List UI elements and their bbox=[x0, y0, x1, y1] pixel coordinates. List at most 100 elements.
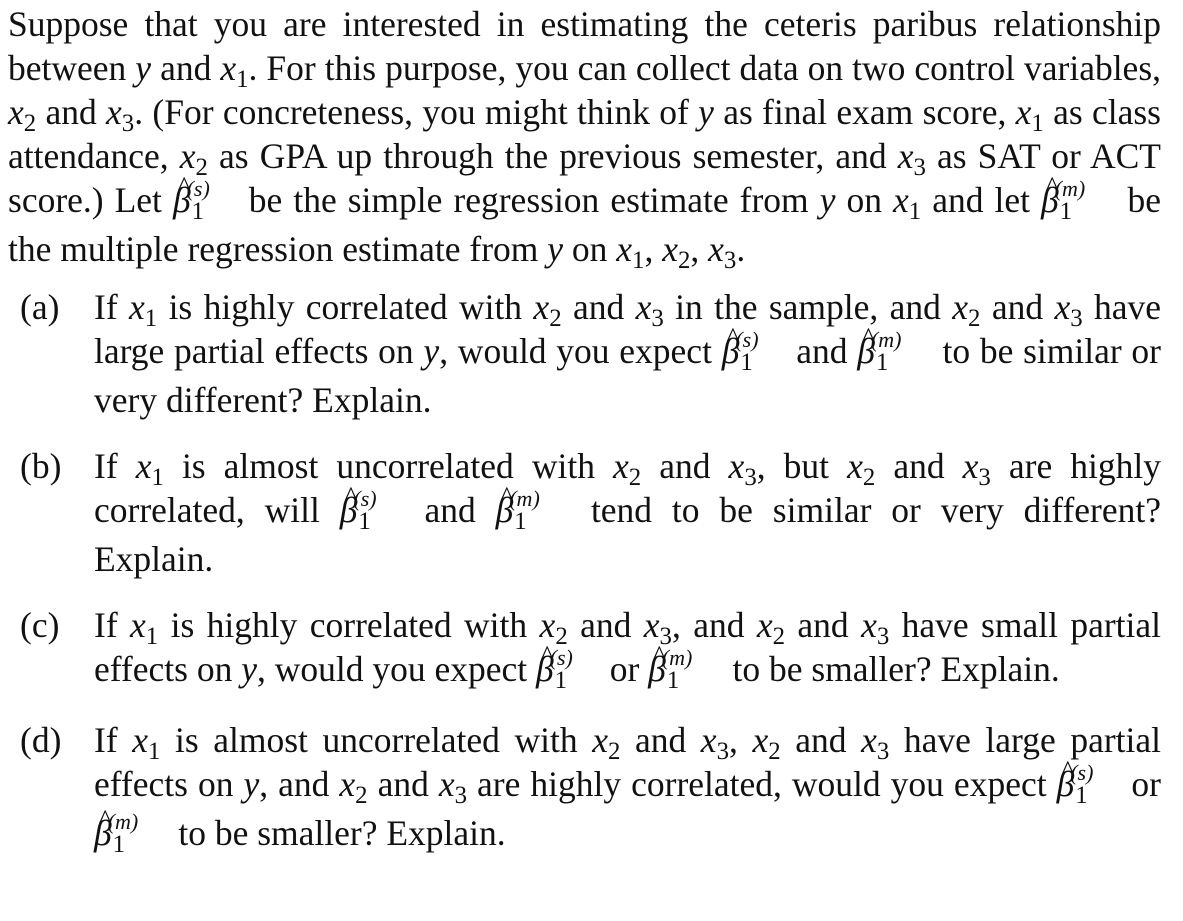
superscript: (s) bbox=[186, 175, 210, 201]
subscript: 2 bbox=[968, 304, 981, 332]
subscript: 1 bbox=[144, 304, 158, 332]
math-var-x3: x3 bbox=[635, 287, 664, 332]
superscript: (s) bbox=[1070, 759, 1094, 785]
subscript: 3 bbox=[876, 737, 890, 765]
question-item: (b) If x1 is almost uncorrelated with x2 … bbox=[8, 444, 1161, 581]
math-var-x2: x2 bbox=[662, 229, 691, 274]
subscript: 2 bbox=[23, 109, 37, 137]
math-var-x3: x3 bbox=[106, 92, 135, 137]
question-label: (d) bbox=[20, 720, 62, 760]
superscript: (m) bbox=[509, 485, 540, 511]
question-list: (a) If x1 is highly correlated with x2 an… bbox=[8, 285, 1161, 860]
subscript: 1 bbox=[148, 737, 161, 765]
question-text: If x1 is almost uncorrelated with x2 and… bbox=[94, 720, 1161, 860]
superscript: (m) bbox=[661, 644, 693, 670]
question-item: (a) If x1 is highly correlated with x2 an… bbox=[8, 285, 1161, 422]
subscript: 1 bbox=[632, 246, 645, 274]
math-var-x1: x1 bbox=[616, 229, 645, 274]
math-var-x1: x1 bbox=[1015, 92, 1044, 137]
math-var-x1: x1 bbox=[220, 48, 249, 93]
subscript: 1 bbox=[1031, 109, 1044, 137]
subscript: 1 bbox=[151, 463, 164, 491]
subscript: 2 bbox=[677, 246, 691, 274]
document-page: Suppose that you are interested in estim… bbox=[0, 0, 1183, 860]
subscript: 3 bbox=[1070, 304, 1083, 332]
math-var-x3: x3 bbox=[897, 136, 926, 181]
math-var-y: y bbox=[423, 331, 440, 371]
math-var-x3: x3 bbox=[861, 720, 890, 765]
math-var-x1: x1 bbox=[893, 180, 922, 225]
math-var-x2: x2 bbox=[339, 764, 368, 809]
beta-hat-1-s: ^ β1 (s) bbox=[340, 482, 398, 537]
question-text: If x1 is almost uncorrelated with x2 and… bbox=[94, 446, 1161, 579]
superscript: (m) bbox=[1054, 175, 1086, 201]
beta-hat-1-s: ^ β1 (s) bbox=[1057, 756, 1115, 811]
math-var-x3: x3 bbox=[700, 720, 729, 765]
subscript: 1 bbox=[908, 197, 922, 225]
math-var-x2: x2 bbox=[533, 287, 562, 332]
beta-hat-1-s: ^ β1 (s) bbox=[173, 172, 231, 227]
superscript: (s) bbox=[735, 326, 759, 352]
math-var-x3: x3 bbox=[438, 764, 468, 809]
subscript: 2 bbox=[862, 463, 876, 491]
math-var-x1: x1 bbox=[132, 720, 161, 765]
subscript: 2 bbox=[768, 737, 781, 765]
subscript: 3 bbox=[651, 304, 664, 332]
question-label: (c) bbox=[20, 605, 60, 645]
math-var-y: y bbox=[243, 764, 260, 804]
superscript: (s) bbox=[353, 485, 377, 511]
subscript: 2 bbox=[628, 463, 642, 491]
subscript: 1 bbox=[236, 65, 249, 93]
subscript: 2 bbox=[607, 737, 621, 765]
question-item: (d) If x1 is almost uncorrelated with x2 … bbox=[8, 718, 1161, 860]
beta-hat-1-m: ^ β1 (m) bbox=[496, 482, 564, 537]
subscript: 3 bbox=[121, 109, 135, 137]
math-var-x3: x3 bbox=[861, 605, 890, 650]
math-var-x3: x3 bbox=[708, 229, 737, 274]
subscript: 2 bbox=[772, 622, 786, 650]
math-var-x2: x2 bbox=[952, 287, 981, 332]
beta-hat-1-s: ^ β1 (s) bbox=[722, 323, 780, 378]
subscript: 3 bbox=[744, 463, 757, 491]
math-var-x1: x1 bbox=[129, 287, 158, 332]
subscript: 3 bbox=[913, 153, 926, 181]
beta-hat-1-s: ^ β1 (s) bbox=[536, 641, 594, 696]
math-var-x2: x2 bbox=[752, 720, 781, 765]
subscript: 2 bbox=[549, 304, 562, 332]
math-var-x2: x2 bbox=[8, 92, 37, 137]
subscript: 3 bbox=[723, 246, 737, 274]
math-var-y: y bbox=[547, 229, 564, 269]
superscript: (m) bbox=[107, 808, 139, 834]
math-var-y: y bbox=[819, 180, 836, 220]
beta-hat-1-m: ^ β1 (m) bbox=[1041, 172, 1109, 227]
subscript: 2 bbox=[355, 781, 368, 809]
subscript: 3 bbox=[978, 463, 991, 491]
question-label: (a) bbox=[20, 287, 60, 327]
beta-hat-1-m: ^ β1 (m) bbox=[857, 323, 925, 378]
subscript: 3 bbox=[716, 737, 729, 765]
math-var-x2: x2 bbox=[613, 446, 642, 491]
math-var-x1: x1 bbox=[135, 446, 164, 491]
subscript: 3 bbox=[876, 622, 890, 650]
superscript: (m) bbox=[870, 326, 902, 352]
math-var-x1: x1 bbox=[130, 605, 159, 650]
beta-hat-1-m: ^ β1 (m) bbox=[648, 641, 716, 696]
problem-intro: Suppose that you are interested in estim… bbox=[8, 4, 1162, 274]
math-var-x3: x3 bbox=[962, 446, 991, 491]
math-var-y: y bbox=[135, 48, 152, 88]
math-var-y: y bbox=[241, 649, 257, 689]
math-var-x2: x2 bbox=[592, 720, 621, 765]
math-var-x3: x3 bbox=[728, 446, 757, 491]
subscript: 3 bbox=[454, 781, 468, 809]
subscript: 1 bbox=[145, 622, 159, 650]
beta-hat-1-m: ^ β1 (m) bbox=[94, 805, 162, 860]
question-item: (c) If x1 is highly correlated with x2 an… bbox=[8, 603, 1161, 696]
math-var-x2: x2 bbox=[847, 446, 876, 491]
question-label: (b) bbox=[20, 446, 62, 486]
question-text: If x1 is highly correlated with x2 and x… bbox=[94, 287, 1161, 420]
math-var-x3: x3 bbox=[1054, 287, 1083, 332]
math-var-y: y bbox=[698, 92, 714, 132]
question-text: If x1 is highly correlated with x2 and x… bbox=[94, 605, 1162, 696]
superscript: (s) bbox=[549, 644, 573, 670]
math-var-x2: x2 bbox=[756, 605, 786, 650]
